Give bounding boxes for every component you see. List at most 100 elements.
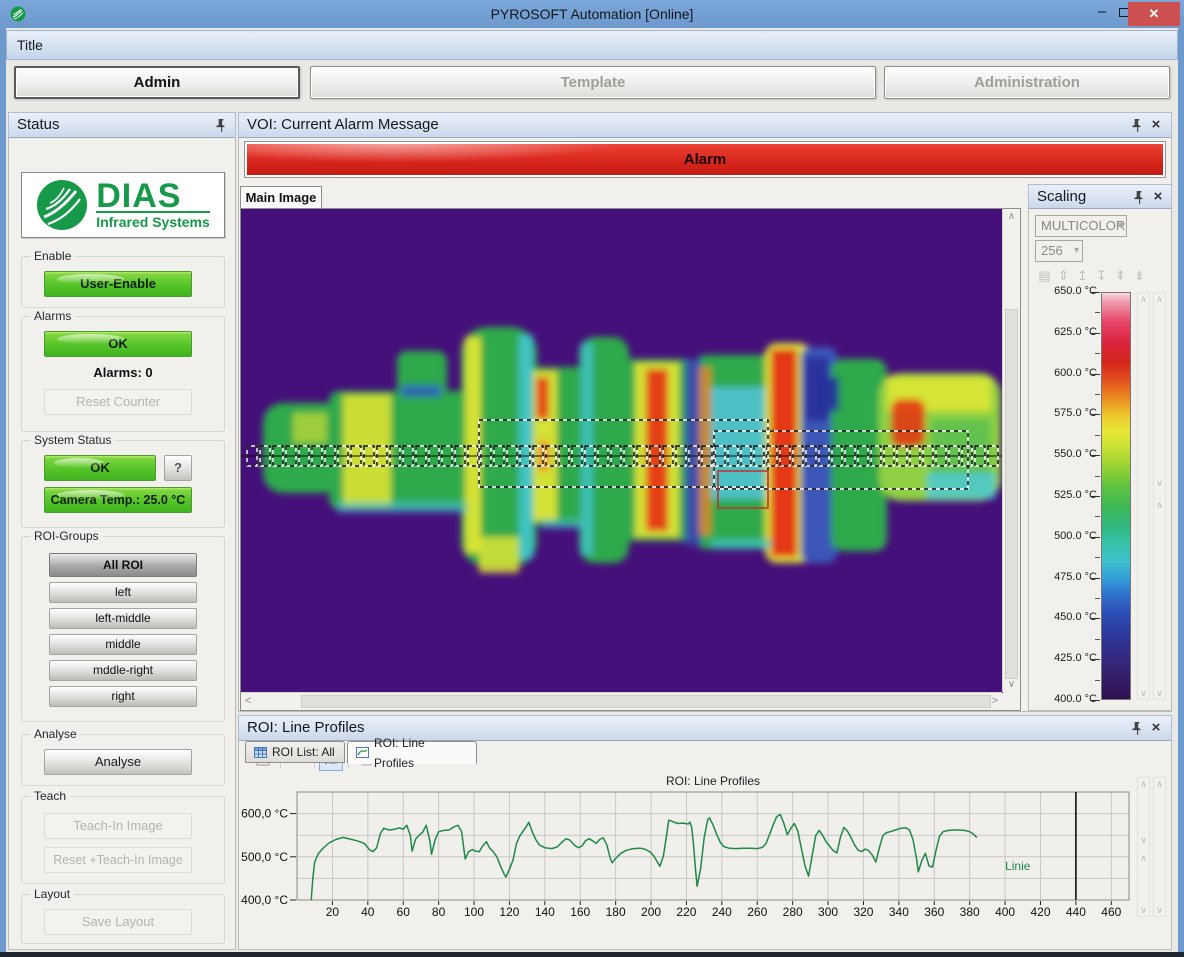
scale-min-scrollbar[interactable]: ∧ ∨ ∧ ∨ [1153,292,1166,700]
tab-template[interactable]: Template [310,66,876,99]
dias-tagline: Infrared Systems [96,211,210,230]
scroll-up-icon[interactable]: ∧ [1003,211,1020,222]
user-enable-button[interactable]: User-Enable [44,271,192,297]
voi-panel-header: VOI: Current Alarm Message × [238,112,1172,138]
analyse-group-label: Analyse [30,727,81,741]
scale-tick-label: 600.0 °C [1054,367,1097,379]
scale-tick-mark [1091,414,1100,415]
x-axis-tick-label: 380 [960,905,980,919]
scroll-down-icon[interactable]: ∨ [1003,679,1020,690]
tab-roi-line-profiles-label: ROI: Line Profiles [374,733,468,773]
tab-roi-line-profiles[interactable]: ROI: Line Profiles [347,741,477,764]
x-axis-tick-label: 320 [853,905,873,919]
spin-up-icon[interactable]: ∧ [1138,778,1149,790]
alarms-counter: Alarms: 0 [22,365,224,380]
spin-up-icon[interactable]: ∧ [1138,852,1149,864]
scale-tick-mark [1091,537,1100,538]
scale-max-scrollbar[interactable]: ∧ ∨ [1137,292,1150,700]
spin-down-icon[interactable]: ∨ [1154,477,1165,489]
teach-group: Teach Teach-In Image Reset +Teach-In Ima… [21,796,225,884]
tab-administration[interactable]: Administration [884,66,1170,99]
chart-title: ROI: Line Profiles [666,774,760,788]
scale-minor-tick [1095,312,1100,313]
spin-down-icon[interactable]: ∨ [1138,834,1149,846]
reset-counter-button[interactable]: Reset Counter [44,389,192,415]
minimize-button[interactable]: – [1090,0,1114,26]
roi-group-button-left[interactable]: left [49,582,197,603]
spin-up-icon[interactable]: ∧ [1154,499,1165,511]
scale-minor-tick [1095,639,1100,640]
table-icon [254,747,267,758]
pin-icon[interactable] [1131,119,1143,133]
scale-tick-mark [1091,496,1100,497]
enable-group-label: Enable [30,249,75,263]
roi-group-button-all-roi[interactable]: All ROI [49,553,197,577]
x-axis-tick-label: 360 [924,905,944,919]
save-layout-button[interactable]: Save Layout [44,909,192,935]
horizontal-scroll-thumb[interactable] [301,695,991,708]
window-border-left [0,28,6,953]
system-status-group: System Status OK ? Camera Temp.: 25.0 °C [21,440,225,528]
vertical-scrollbar[interactable]: ∧ ∨ [1002,209,1020,692]
tab-roi-list[interactable]: ROI List: All [245,741,345,763]
scale-tick-mark [1091,455,1100,456]
scaling-panel-body: MULTICOLOR▾ 256▾ ▤⇕↥↧⇞⇟ 650.0 °C625.0 °C… [1028,209,1172,711]
close-panel-icon[interactable]: × [1149,116,1163,134]
chart-scrollbar-2[interactable]: ∧ ∨ [1153,777,1166,917]
line-profile-chart[interactable]: 2040608010012014016018020022024026028030… [239,773,1139,925]
vertical-scroll-thumb[interactable] [1005,309,1018,679]
menu-title[interactable]: Title [17,37,43,53]
teach-in-image-button[interactable]: Teach-In Image [44,813,192,839]
window-border-bottom [0,952,1184,957]
thermal-image[interactable] [241,209,1003,693]
x-axis-tick-label: 220 [676,905,696,919]
scale-minor-tick [1095,435,1100,436]
scroll-left-icon[interactable]: < [245,695,251,707]
pin-icon[interactable] [1131,722,1143,736]
spin-up-icon[interactable]: ∧ [1154,293,1165,305]
x-axis-tick-label: 60 [397,905,411,919]
scale-tick-mark [1091,374,1100,375]
roi-group-button-left-middle[interactable]: left-middle [49,608,197,629]
scroll-right-icon[interactable]: > [992,695,998,707]
x-axis-tick-label: 240 [712,905,732,919]
tab-main-image[interactable]: Main Image [240,186,322,209]
reset-teach-in-image-button[interactable]: Reset +Teach-In Image [44,847,192,873]
menu-bar[interactable]: Title [6,30,1178,60]
scale-minor-tick [1095,598,1100,599]
scale-tick-label: 575.0 °C [1054,407,1097,419]
roi-groups-group: ROI-Groups All ROIleftleft-middlemiddlem… [21,536,225,722]
spin-down-icon[interactable]: ∨ [1138,687,1149,699]
x-axis-tick-label: 120 [499,905,519,919]
tab-admin[interactable]: Admin [14,66,300,99]
roi-group-button-middle[interactable]: middle [49,634,197,655]
roi-panel-body: ⇅ 20406080100120140160180200220240260280… [238,741,1172,950]
x-axis-tick-label: 440 [1066,905,1086,919]
spin-down-icon[interactable]: ∨ [1154,904,1165,916]
chart-scrollbar-1[interactable]: ∧ ∨ ∧ ∨ [1137,777,1150,917]
scale-tick-label: 400.0 °C [1054,693,1097,705]
close-panel-icon[interactable]: × [1149,719,1163,737]
close-button[interactable]: ✕ [1128,2,1180,26]
scale-minor-tick [1095,680,1100,681]
roi-group-button-mddle-right[interactable]: mddle-right [49,660,197,681]
status-panel: Status DIAS Infrared Systems Enable User… [8,112,236,950]
horizontal-scrollbar[interactable]: < > [241,692,1002,710]
analyse-button[interactable]: Analyse [44,749,192,775]
spin-up-icon[interactable]: ∧ [1138,293,1149,305]
roi-panel-title: ROI: Line Profiles [247,719,365,736]
alarm-banner: Alarm [244,141,1166,178]
analyse-group: Analyse Analyse [21,734,225,786]
system-help-button[interactable]: ? [164,455,192,481]
spin-down-icon[interactable]: ∨ [1154,687,1165,699]
scaling-panel: Scaling × MULTICOLOR▾ 256▾ ▤⇕↥↧⇞⇟ 650.0 … [1028,184,1172,711]
roi-group-button-right[interactable]: right [49,686,197,707]
spin-down-icon[interactable]: ∨ [1138,904,1149,916]
teach-group-label: Teach [30,789,70,803]
pin-icon[interactable] [215,119,227,133]
scale-tick-mark [1091,333,1100,334]
spin-up-icon[interactable]: ∧ [1154,778,1165,790]
scale-tick-mark [1091,700,1100,701]
y-axis-tick-label: 600,0 °C [241,807,288,821]
y-axis-tick-label: 500,0 °C [241,850,288,864]
